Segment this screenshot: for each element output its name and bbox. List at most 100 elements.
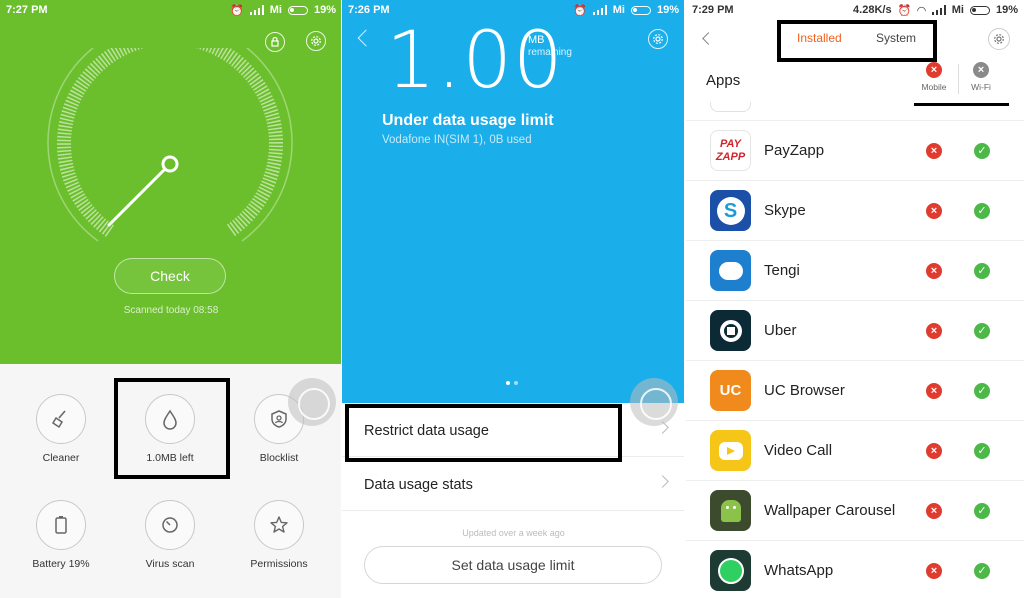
app-name: UC Browser [764,382,845,399]
app-name: WhatsApp [764,562,834,579]
signal-icon [931,5,946,15]
tab-installed[interactable]: Installed [797,31,842,45]
allowed-check-icon[interactable]: ✓ [974,143,990,159]
payzapp-icon: PAY ZAPP [710,130,751,171]
blocked-x-icon[interactable]: × [926,563,942,579]
status-time: 7:26 PM [348,4,390,16]
app-row-whatsapp[interactable]: WhatsApp × ✓ [686,541,1024,598]
settings-gear-icon[interactable] [648,29,668,49]
blocked-x-icon: × [926,62,942,78]
status-time: 7:27 PM [6,4,48,16]
gauge-pivot [161,155,179,173]
blocked-x-icon[interactable]: × [926,383,942,399]
battery-icon [36,500,86,550]
apps-label: Apps [706,72,741,89]
star-icon [254,500,304,550]
battery-icon [630,5,651,15]
gauge-needle [107,167,167,227]
back-chevron-icon[interactable] [357,29,375,47]
tool-cleaner[interactable]: Cleaner [6,394,116,464]
tool-virus-scan[interactable]: Virus scan [115,500,225,570]
app-row-video-call[interactable]: Video Call × ✓ [686,421,1024,481]
blocked-x-icon[interactable]: × [926,443,942,459]
allowed-check-icon[interactable]: ✓ [974,503,990,519]
battery-icon [287,5,308,15]
data-usage-header: 7:26 PM ⏰ Mi 19% 1.00 MB remaining Under… [342,0,685,403]
signal-icon [249,5,264,15]
allowed-check-icon[interactable]: ✓ [974,443,990,459]
remaining-unit: MB [528,34,545,46]
tool-label: Cleaner [42,452,80,464]
check-button[interactable]: Check [114,258,226,294]
status-battery: 19% [313,4,336,16]
blocked-x-icon[interactable]: × [926,263,942,279]
app-name: Uber [764,322,797,339]
updated-text: Updated over a week ago [462,528,565,538]
allowed-check-icon[interactable]: ✓ [974,323,990,339]
app-name: Video Call [764,442,833,459]
tool-label: Virus scan [145,558,195,570]
app-name: Tengi [764,262,800,279]
app-name: PayZapp [764,142,825,159]
allowed-check-icon[interactable]: ✓ [974,383,990,399]
whatsapp-icon [710,550,751,591]
skype-icon: S [710,190,751,231]
limit-subtitle: Vodafone IN(SIM 1), 0B used [382,134,532,146]
app-row-uber[interactable]: Uber × ✓ [686,301,1024,361]
blocked-x-icon[interactable]: × [926,503,942,519]
status-carrier: Mi [612,4,625,16]
battery-icon [969,5,990,15]
row-label: Data usage stats [364,476,473,493]
settings-gear-icon[interactable] [306,31,326,51]
limit-title: Under data usage limit [382,112,554,129]
broom-icon [36,394,86,444]
tool-label: Battery 19% [32,558,90,570]
tab-system[interactable]: System [876,31,916,45]
remaining-label: remaining [528,47,572,58]
allowed-check-icon[interactable]: ✓ [974,263,990,279]
tengi-icon [710,250,751,291]
remaining-value: 1.00 [386,16,564,106]
floating-ball-button[interactable] [630,378,678,426]
tool-permissions[interactable]: Permissions [224,500,334,570]
alarm-icon: ⏰ [573,4,587,17]
app-row-tengi[interactable]: Tengi × ✓ [686,241,1024,301]
back-chevron-icon[interactable] [702,32,715,45]
wifi-icon: ◠ [917,4,926,17]
blocked-x-icon[interactable]: × [926,203,942,219]
column-label: Mobile [921,82,947,92]
partial-app-icon [710,102,751,112]
security-header: 7:27 PM ⏰ Mi 19% Check Scanned today 08:… [0,0,342,364]
set-limit-button[interactable]: Set data usage limit [364,546,662,584]
status-bar: 7:29 PM 4.28K/s ⏰ ◠ Mi 19% [686,0,1024,20]
security-panel: 7:27 PM ⏰ Mi 19% Check Scanned today 08:… [0,0,342,598]
row-label: Restrict data usage [364,422,489,439]
column-wifi[interactable]: × Wi-Fi [961,62,1001,92]
tool-label: Permissions [250,558,308,570]
data-usage-stats-row[interactable]: Data usage stats [342,459,685,511]
scanned-time: Scanned today 08:58 [123,305,219,316]
app-row-wallpaper-carousel[interactable]: Wallpaper Carousel × ✓ [686,481,1024,541]
allowed-check-icon[interactable]: ✓ [974,203,990,219]
status-battery: 19% [995,4,1018,16]
speedometer-gauge [47,48,293,242]
blocked-x-icon[interactable]: × [926,143,942,159]
tool-battery[interactable]: Battery 19% [6,500,116,570]
status-battery: 19% [656,4,679,16]
app-row-skype[interactable]: S Skype × ✓ [686,181,1024,241]
data-drop-icon [145,394,195,444]
blocked-x-icon[interactable]: × [926,323,942,339]
uber-icon [710,310,751,351]
column-mobile[interactable]: × Mobile [914,62,954,92]
blocked-x-icon: × [973,62,989,78]
uc-browser-icon: UC [710,370,751,411]
settings-gear-icon[interactable] [988,28,1010,50]
allowed-check-icon[interactable]: ✓ [974,563,990,579]
tool-data-usage[interactable]: 1.0MB left [115,394,225,464]
app-row-uc-browser[interactable]: UC UC Browser × ✓ [686,361,1024,421]
status-carrier: Mi [951,4,964,16]
floating-ball-button[interactable] [288,378,336,426]
app-name: Skype [764,202,806,219]
app-row-payzapp[interactable]: PAY ZAPP PayZapp × ✓ [686,121,1024,181]
firewall-header: Installed System [686,20,1024,58]
